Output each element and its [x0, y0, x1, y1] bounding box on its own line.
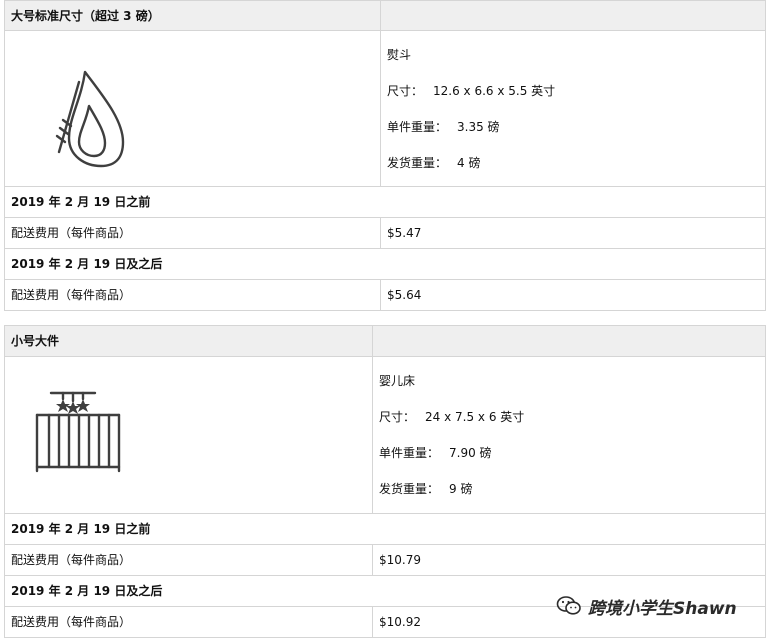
date-before-label: 2019 年 2 月 19 日之前	[4, 186, 766, 218]
unit-weight-label: 单件重量：	[379, 446, 440, 460]
fee-label: 配送费用（每件商品）	[4, 544, 373, 576]
fee-label: 配送费用（每件商品）	[4, 279, 381, 311]
fee-row-after: 配送费用（每件商品） $5.64	[4, 279, 766, 311]
ship-weight-label: 发货重量：	[387, 155, 448, 170]
ship-weight-value: 4 磅	[457, 155, 481, 170]
section-header: 小号大件	[4, 325, 373, 357]
section-header-row: 小号大件	[4, 325, 766, 357]
product-info-cell: 熨斗 尺寸： 12.6 x 6.6 x 5.5 英寸 单件重量： 3.35 磅 发货…	[380, 30, 766, 187]
product-ship-weight: 发货重量： 9 磅	[379, 483, 765, 495]
ship-weight-value: 9 磅	[449, 482, 473, 496]
section-header-blank	[372, 325, 766, 357]
date-row-after: 2019 年 2 月 19 日及之后	[4, 248, 766, 280]
fee-value: $10.79	[372, 544, 766, 576]
unit-weight-value: 7.90 磅	[449, 446, 492, 460]
unit-weight-label: 单件重量：	[387, 119, 448, 134]
section-header-blank	[380, 0, 766, 31]
product-image-cell	[4, 356, 373, 514]
product-row: 婴儿床 尺寸： 24 x 7.5 x 6 英寸 单件重量： 7.90 磅 发货重量：…	[4, 356, 766, 514]
date-before-label: 2019 年 2 月 19 日之前	[4, 513, 766, 545]
fee-label: 配送费用（每件商品）	[4, 606, 373, 638]
product-row: 熨斗 尺寸： 12.6 x 6.6 x 5.5 英寸 单件重量： 3.35 磅 发货…	[4, 30, 766, 187]
watermark-text: 跨境小学生Shawn	[588, 598, 737, 619]
product-name: 婴儿床	[379, 374, 416, 388]
date-after-label: 2019 年 2 月 19 日及之后	[4, 248, 766, 280]
size-value: 12.6 x 6.6 x 5.5 英寸	[433, 83, 556, 98]
product-info-cell: 婴儿床 尺寸： 24 x 7.5 x 6 英寸 单件重量： 7.90 磅 发货重量：…	[372, 356, 766, 514]
product-unit-weight: 单件重量： 3.35 磅	[387, 121, 765, 133]
baby-crib-icon	[35, 391, 121, 473]
unit-weight-value: 3.35 磅	[457, 119, 500, 134]
product-image-cell	[4, 30, 381, 187]
size-label: 尺寸：	[379, 410, 416, 424]
product-size: 尺寸： 24 x 7.5 x 6 英寸	[379, 411, 765, 423]
product-unit-weight: 单件重量： 7.90 磅	[379, 447, 765, 459]
product-name: 熨斗	[387, 47, 412, 62]
product-ship-weight: 发货重量： 4 磅	[387, 157, 765, 169]
fee-value: $5.47	[380, 217, 766, 249]
fee-table-large-standard: 大号标准尺寸（超过 3 磅） 熨斗 尺寸： 12.6 x 6.6 x 5.5 英寸…	[4, 0, 766, 311]
size-label: 尺寸：	[387, 83, 424, 98]
clothes-iron-icon	[55, 70, 125, 167]
section-header: 大号标准尺寸（超过 3 磅）	[4, 0, 381, 31]
section-header-row: 大号标准尺寸（超过 3 磅）	[4, 0, 766, 31]
fee-row-before: 配送费用（每件商品） $10.79	[4, 544, 766, 576]
watermark: 跨境小学生Shawn	[556, 592, 752, 620]
fee-label: 配送费用（每件商品）	[4, 217, 381, 249]
fee-value: $5.64	[380, 279, 766, 311]
date-row-before: 2019 年 2 月 19 日之前	[4, 513, 766, 545]
size-value: 24 x 7.5 x 6 英寸	[425, 410, 525, 424]
ship-weight-label: 发货重量：	[379, 482, 440, 496]
date-row-before: 2019 年 2 月 19 日之前	[4, 186, 766, 218]
product-size: 尺寸： 12.6 x 6.6 x 5.5 英寸	[387, 85, 765, 97]
fee-row-before: 配送费用（每件商品） $5.47	[4, 217, 766, 249]
wechat-logo-icon	[556, 596, 581, 615]
